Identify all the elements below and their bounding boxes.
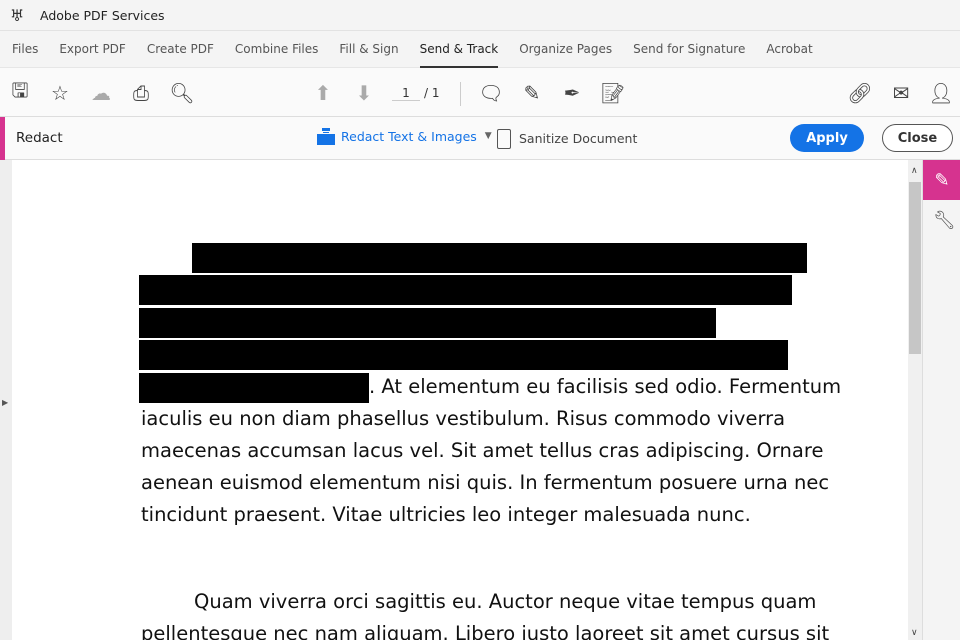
scrollbar-thumb[interactable] — [909, 182, 921, 354]
print-icon[interactable]: ⎙ — [128, 80, 154, 106]
add-tool-icon[interactable]: 🔧︎ — [933, 210, 956, 231]
redact-toolbar: Redact Redact Text & Images ▼ Sanitize D… — [0, 117, 960, 160]
save-icon[interactable]: 🖫 — [7, 78, 33, 106]
title-bar: ♅ Adobe PDF Services — [0, 0, 960, 31]
scroll-up-icon[interactable]: ∧ — [911, 166, 918, 176]
left-panel-toggle[interactable]: ▶ — [0, 160, 12, 640]
toolbar: 🖫 ☆ ☁ ⎙ 🔍︎ ⬆︎ ⬇︎ 1 / 1 🗨︎ ✎ ✒ 📝︎ 🔗︎ ✉ 👤︎ — [0, 68, 960, 117]
redact-label: Redact — [16, 130, 63, 146]
close-button[interactable]: Close — [882, 124, 953, 152]
previous-page-icon[interactable]: ⬆︎ — [310, 80, 336, 106]
text-line: aenean euismod elementum nisi quis. In f… — [141, 471, 830, 494]
apply-button[interactable]: Apply — [790, 124, 864, 152]
cloud-upload-icon[interactable]: ☁ — [88, 80, 114, 106]
edit-document-icon[interactable]: 📝︎ — [600, 80, 626, 106]
redaction-box[interactable] — [139, 275, 792, 305]
redact-tool-icon[interactable]: ✎ — [923, 160, 960, 200]
page-number-input[interactable]: 1 — [392, 86, 420, 101]
sanitize-document-label: Sanitize Document — [519, 130, 638, 146]
redaction-box[interactable] — [139, 373, 369, 403]
text-line: iaculis eu non diam phasellus vestibulum… — [141, 407, 786, 430]
tab-acrobat[interactable]: Acrobat — [766, 31, 812, 68]
chevron-down-icon: ▼ — [484, 131, 492, 141]
search-icon[interactable]: 🔍︎ — [169, 80, 195, 106]
acrobat-logo-icon: ♅ — [10, 5, 25, 25]
comment-icon[interactable]: 🗨︎ — [478, 80, 504, 106]
sign-icon[interactable]: ✒ — [559, 80, 585, 106]
tab-organize-pages[interactable]: Organize Pages — [519, 31, 612, 68]
tab-send-for-signature[interactable]: Send for Signature — [633, 31, 745, 68]
tab-send-track[interactable]: Send & Track — [419, 31, 498, 68]
page-total: / 1 — [424, 86, 440, 100]
app-title: Adobe PDF Services — [40, 7, 165, 23]
menu-bar: Files Export PDF Create PDF Combine File… — [0, 31, 960, 68]
redaction-box[interactable] — [192, 243, 807, 273]
redact-text-images-label: Redact Text & Images — [341, 128, 477, 144]
next-page-icon[interactable]: ⬇︎ — [351, 80, 377, 106]
expand-arrow-icon: ▶ — [2, 398, 9, 407]
vertical-scrollbar[interactable]: ∧ ∨ — [908, 160, 922, 640]
right-panel: ✎ 🔧︎ — [922, 160, 960, 640]
document-page: . At elementum eu facilisis sed odio. Fe… — [12, 160, 908, 640]
text-line: pellentesque nec nam aliquam. Libero jus… — [141, 622, 830, 640]
tab-fill-sign[interactable]: Fill & Sign — [339, 31, 398, 68]
email-icon[interactable]: ✉ — [888, 80, 914, 106]
text-line: tincidunt praesent. Vitae ultricies leo … — [141, 503, 751, 526]
tab-export-pdf[interactable]: Export PDF — [59, 31, 125, 68]
tab-combine-files[interactable]: Combine Files — [235, 31, 319, 68]
star-icon[interactable]: ☆ — [47, 80, 73, 106]
text-line: Quam viverra orci sagittis eu. Auctor ne… — [194, 590, 817, 613]
add-user-icon[interactable]: 👤︎ — [928, 80, 954, 106]
redaction-box[interactable] — [139, 340, 788, 370]
scroll-down-icon[interactable]: ∨ — [911, 628, 918, 638]
text-line: maecenas accumsan lacus vel. Sit amet te… — [141, 439, 824, 462]
tab-create-pdf[interactable]: Create PDF — [147, 31, 214, 68]
divider — [460, 82, 461, 106]
sanitize-document-button[interactable]: Sanitize Document — [497, 127, 637, 149]
highlight-icon[interactable]: ✎ — [519, 80, 545, 106]
redact-icon — [317, 127, 335, 145]
link-icon[interactable]: 🔗︎ — [847, 80, 873, 106]
tab-files[interactable]: Files — [12, 31, 38, 68]
spray-icon — [497, 129, 511, 149]
text-line: . At elementum eu facilisis sed odio. Fe… — [369, 375, 842, 398]
redact-text-images-button[interactable]: Redact Text & Images ▼ — [317, 127, 492, 145]
redaction-box[interactable] — [139, 308, 716, 338]
redact-accent — [0, 117, 5, 160]
